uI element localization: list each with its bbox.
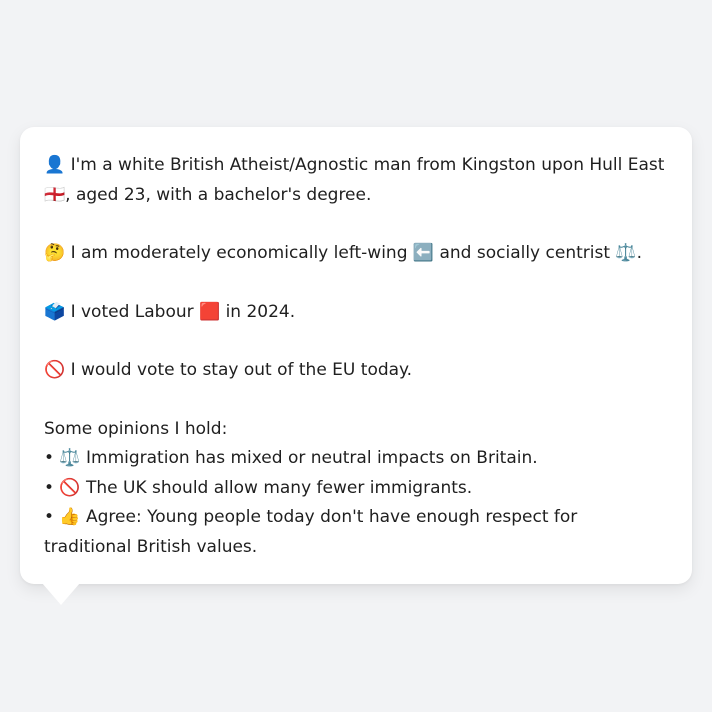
opinion-item: • ⚖️ Immigration has mixed or neutral im… [44, 448, 538, 468]
politics-text: 🤔 I am moderately economically left-wing… [44, 243, 642, 263]
opinion-item: • 👍 Agree: Young people today don't have… [44, 507, 578, 557]
identity-text: 👤 I'm a white British Atheist/Agnostic m… [44, 155, 665, 205]
opinion-item: • 🚫 The UK should allow many fewer immig… [44, 477, 473, 498]
message-bubble: 👤 I'm a white British Atheist/Agnostic m… [20, 127, 692, 584]
eu-text: 🚫 I would vote to stay out of the EU tod… [44, 360, 413, 380]
bubble-tail [42, 583, 80, 605]
vote-text: 🗳️ I voted Labour 🟥 in 2024. [44, 301, 296, 322]
opinions-section: Some opinions I hold: • ⚖️ Immigration h… [44, 415, 668, 563]
opinions-heading: Some opinions I hold: [44, 418, 228, 439]
